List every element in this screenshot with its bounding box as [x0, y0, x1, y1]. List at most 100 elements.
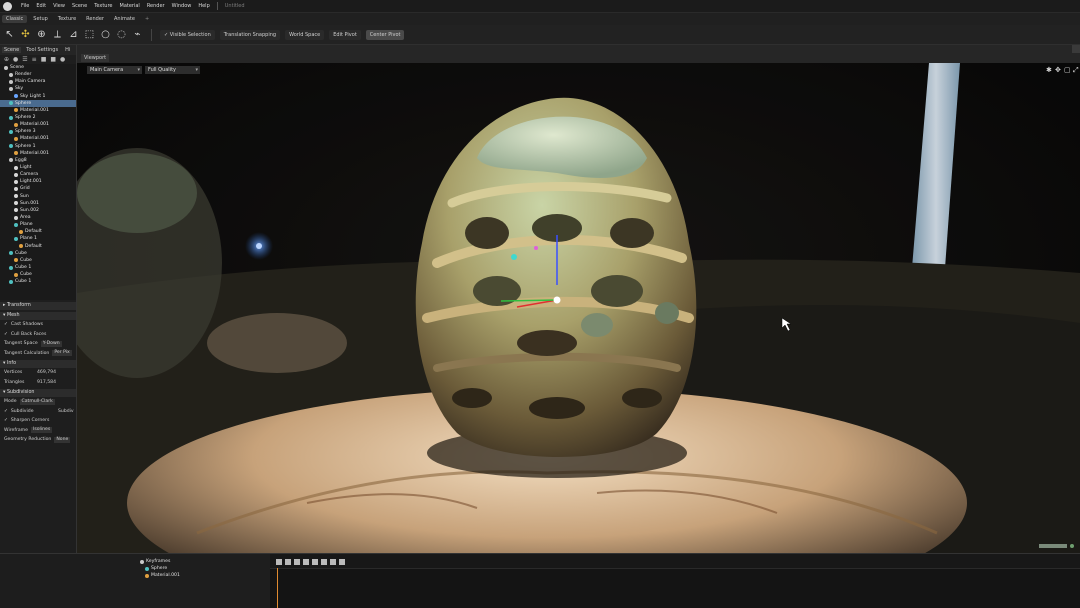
menu-file[interactable]: File	[21, 3, 29, 9]
sphere-handle-cyan[interactable]	[511, 254, 517, 260]
tree-item[interactable]: Grid	[0, 185, 76, 192]
info-section-header[interactable]: ▾ Info	[0, 360, 76, 368]
tree-item[interactable]: Render	[0, 71, 76, 78]
keyframe-tool-icon[interactable]	[276, 559, 282, 565]
tab-scene[interactable]: Scene	[2, 47, 22, 53]
tree-item[interactable]: Default	[0, 228, 76, 235]
circle-select-icon[interactable]: ○	[100, 29, 111, 40]
scale-gizmo-icon[interactable]: ⟂	[52, 29, 63, 40]
tree-item[interactable]: Material.001	[0, 135, 76, 142]
menu-edit[interactable]: Edit	[36, 3, 46, 9]
tree-item[interactable]: Cube	[0, 257, 76, 264]
tab-tool-settings[interactable]: Tool Settings	[24, 47, 60, 53]
rotate-gizmo-icon[interactable]: ⊕	[36, 29, 47, 40]
tangent-calculation-dropdown[interactable]: Per Pix	[52, 350, 72, 357]
tree-item[interactable]: Sky	[0, 85, 76, 92]
tree-item[interactable]: Plane 1	[0, 235, 76, 242]
move-view-icon[interactable]: ✥	[1055, 66, 1061, 74]
tree-item[interactable]: Material.001	[0, 150, 76, 157]
tab-classic[interactable]: Classic	[2, 15, 28, 23]
tree-item[interactable]: Egg8	[0, 157, 76, 164]
timeline-playhead[interactable]	[277, 568, 278, 608]
menu-scene[interactable]: Scene	[72, 3, 87, 9]
menu-material[interactable]: Material	[120, 3, 140, 9]
delete-icon[interactable]: ■	[50, 56, 56, 63]
cull-back-faces-checkbox[interactable]: ✓ Cull Back Faces	[0, 330, 76, 340]
center-pivot-button[interactable]: Center Pivot	[365, 29, 405, 40]
timeline-track-area[interactable]	[270, 568, 1080, 608]
translation-snapping-toggle[interactable]: Translation Snapping	[219, 29, 281, 40]
menu-view[interactable]: View	[53, 3, 65, 9]
tree-item[interactable]: Sky Light 1	[0, 93, 76, 100]
menu-texture[interactable]: Texture	[94, 3, 112, 9]
visible-selection-toggle[interactable]: ✓ Visible Selection	[160, 29, 215, 40]
tree-item[interactable]: Plane	[0, 221, 76, 228]
tree-item[interactable]: Sun.001	[0, 200, 76, 207]
box-select-icon[interactable]: ⬚	[84, 29, 95, 40]
tree-item[interactable]: Cube	[0, 250, 76, 257]
tree-item[interactable]: Light	[0, 164, 76, 171]
tree-item[interactable]: Camera	[0, 171, 76, 178]
subdivision-section-header[interactable]: ▾ Subdivision	[0, 389, 76, 397]
render-image[interactable]	[77, 63, 1080, 553]
gizmo-z-axis[interactable]	[500, 299, 558, 302]
tree-item[interactable]: Sun	[0, 193, 76, 200]
tab-render[interactable]: Render	[82, 15, 108, 23]
quality-dropdown[interactable]: Full Quality ▾	[145, 66, 200, 74]
geometry-reduction-dropdown[interactable]: None	[54, 436, 71, 443]
tree-item[interactable]: Area	[0, 214, 76, 221]
timeline-tree-item[interactable]: Material.001	[138, 572, 270, 579]
tab-texture[interactable]: Texture	[54, 15, 80, 23]
settings-icon[interactable]: ✱	[1046, 66, 1052, 74]
world-space-toggle[interactable]: World Space	[285, 29, 325, 40]
keyframe-tool-icon[interactable]	[339, 559, 345, 565]
keyframe-tool-icon[interactable]	[303, 559, 309, 565]
mode-dropdown[interactable]: Catmull-Clark	[19, 398, 55, 405]
tree-item[interactable]: Sphere 2	[0, 114, 76, 121]
lasso-select-icon[interactable]: ◌	[116, 29, 127, 40]
menu-help[interactable]: Help	[198, 3, 209, 9]
hierarchy-icon[interactable]: ≡	[32, 56, 37, 63]
subdivide-value[interactable]: Subdiv	[58, 409, 74, 414]
keyframe-tool-icon[interactable]	[294, 559, 300, 565]
camera-dropdown[interactable]: Main Camera ▾	[87, 66, 142, 74]
edit-pivot-button[interactable]: Edit Pivot	[329, 29, 361, 40]
transform-icon[interactable]: ⊿	[68, 29, 79, 40]
timeline-tree-item[interactable]: Sphere	[138, 565, 270, 572]
menu-window[interactable]: Window	[172, 3, 192, 9]
tree-item[interactable]: Default	[0, 243, 76, 250]
paint-select-icon[interactable]: ⌁	[132, 29, 143, 40]
maximize-icon[interactable]: ⤢	[1073, 66, 1079, 75]
tree-item[interactable]: Main Camera	[0, 78, 76, 85]
move-gizmo-icon[interactable]: ✣	[20, 29, 31, 40]
folder-icon[interactable]: ■	[41, 56, 47, 63]
panel-strip-handle[interactable]	[1072, 45, 1080, 53]
viewport[interactable]: Viewport Main Camera ▾ Full Quality ▾ ✱ …	[77, 53, 1080, 553]
tangent-space-dropdown[interactable]: Y-Down	[40, 340, 62, 347]
sphere-handle-magenta[interactable]	[534, 246, 538, 250]
timeline-tree-item[interactable]: Keyframes	[138, 558, 270, 565]
options-icon[interactable]: ●	[60, 56, 65, 63]
gizmo-pivot-handle[interactable]	[553, 296, 561, 304]
keyframe-tool-icon[interactable]	[330, 559, 336, 565]
wireframe-dropdown[interactable]: Isolines	[30, 427, 53, 434]
tree-item[interactable]: Light.001	[0, 178, 76, 185]
tree-item[interactable]: Scene	[0, 64, 76, 71]
tab-animate[interactable]: Animate	[110, 15, 139, 23]
tree-item[interactable]: Sphere	[0, 99, 76, 107]
keyframe-tool-icon[interactable]	[321, 559, 327, 565]
add-icon[interactable]: ⊕	[4, 56, 9, 63]
tree-item[interactable]: Sphere 1	[0, 143, 76, 150]
tree-item[interactable]: Sun.002	[0, 207, 76, 214]
light-icon[interactable]: ●	[13, 56, 18, 63]
select-cursor-icon[interactable]: ↖	[4, 29, 15, 40]
viewport-tab[interactable]: Viewport	[81, 54, 110, 62]
cast-shadows-checkbox[interactable]: ✓ Cast Shadows	[0, 320, 76, 330]
tab-history[interactable]: Hi	[63, 47, 72, 53]
transform-section-header[interactable]: ▸ Transform	[0, 302, 76, 310]
tree-item[interactable]: Cube 1	[0, 278, 76, 285]
tree-item[interactable]: Material.001	[0, 121, 76, 128]
filter-icon[interactable]: ☰	[22, 56, 27, 63]
keyframe-tool-icon[interactable]	[285, 559, 291, 565]
tree-item[interactable]: Cube 1	[0, 264, 76, 271]
